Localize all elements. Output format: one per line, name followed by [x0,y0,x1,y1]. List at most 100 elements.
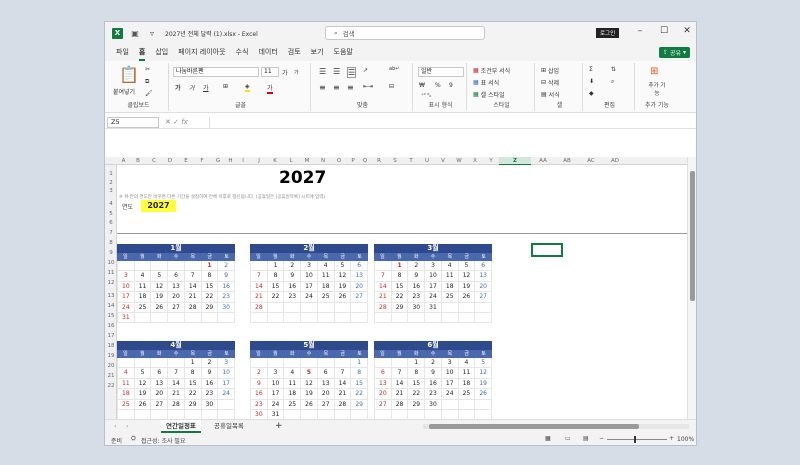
day-cell[interactable]: 27 [475,292,492,303]
column-header[interactable]: I [235,157,251,165]
column-header[interactable]: AD [603,157,627,165]
day-cell[interactable]: 20 [351,281,368,293]
align-middle-icon[interactable]: ☰ [333,67,340,76]
zoom-slider[interactable] [607,439,667,440]
day-cell[interactable] [267,302,285,313]
day-cell[interactable]: 20 [168,292,185,303]
row-header[interactable]: 13 [105,293,117,299]
day-cell[interactable]: 25 [317,292,335,303]
day-cell[interactable]: 20 [317,389,335,400]
day-cell[interactable]: 19 [458,281,476,293]
share-button[interactable]: ⇪ 공유 ▾ [658,47,690,58]
normal-view-icon[interactable]: ▦ [545,435,551,442]
day-cell[interactable]: 7 [375,271,392,282]
day-cell[interactable] [375,261,392,272]
grow-font-button[interactable]: 가 [282,68,288,77]
day-cell[interactable] [441,312,459,324]
day-cell[interactable]: 25 [458,389,476,400]
day-cell[interactable]: 26 [458,292,476,303]
day-cell[interactable]: 18 [441,281,459,293]
day-cell[interactable] [218,312,235,324]
column-header[interactable]: S [387,157,403,165]
cancel-icon[interactable]: ✕ [165,118,171,126]
day-cell[interactable] [168,312,185,324]
day-cell[interactable]: 2 [251,368,268,379]
day-cell[interactable]: 25 [441,292,459,303]
day-cell[interactable] [351,312,368,324]
find-icon[interactable]: ⌕ [611,78,614,86]
addins-icon[interactable]: ⊞ [650,66,658,77]
day-cell[interactable]: 10 [425,271,442,282]
day-cell[interactable]: 30 [251,409,268,419]
day-cell[interactable] [458,399,476,410]
day-cell[interactable]: 29 [391,302,409,313]
day-cell[interactable]: 14 [375,281,392,293]
format-painter-icon[interactable]: 🖌 [145,90,153,97]
day-cell[interactable]: 30 [201,399,219,410]
day-cell[interactable]: 16 [425,378,442,390]
page-break-view-icon[interactable]: ▤ [583,435,589,442]
tab-page-layout[interactable]: 페이지 레이아웃 [178,44,225,61]
day-cell[interactable]: 19 [134,389,152,400]
tab-view[interactable]: 보기 [311,44,324,61]
day-cell[interactable] [375,358,392,369]
day-cell[interactable]: 29 [408,399,426,410]
column-header[interactable]: J [251,157,267,165]
border-icon[interactable]: ⊞ [223,83,228,90]
day-cell[interactable]: 9 [408,271,426,282]
day-cell[interactable] [218,399,235,410]
day-cell[interactable]: 11 [118,378,135,390]
day-cell[interactable]: 5 [151,271,169,282]
clear-icon[interactable]: ◆ [589,90,594,97]
day-cell[interactable] [151,409,169,419]
day-cell[interactable]: 17 [118,292,135,303]
zoom-out-icon[interactable]: − [599,435,604,442]
day-cell[interactable]: 17 [425,281,442,293]
day-cell[interactable]: 16 [218,281,235,293]
day-cell[interactable]: 15 [267,281,285,293]
day-cell[interactable]: 11 [134,281,152,293]
day-cell[interactable]: 29 [184,399,202,410]
column-header[interactable]: K [267,157,283,165]
day-cell[interactable] [391,358,409,369]
day-cell[interactable]: 3 [118,271,135,282]
day-cell[interactable]: 5 [475,358,492,369]
day-cell[interactable]: 8 [184,368,202,379]
day-cell[interactable]: 25 [284,399,302,410]
orientation-icon[interactable]: ↗ [363,67,368,74]
day-cell[interactable] [301,312,318,324]
day-cell[interactable]: 16 [284,281,302,293]
day-cell[interactable]: 21 [251,292,268,303]
day-cell[interactable]: 28 [168,399,185,410]
day-cell[interactable]: 13 [168,281,185,293]
day-cell[interactable]: 21 [375,292,392,303]
row-header[interactable]: 22 [105,383,117,389]
day-cell[interactable] [458,302,476,313]
day-cell[interactable]: 12 [151,281,169,293]
column-header[interactable]: B [130,157,146,165]
day-cell[interactable] [168,409,185,419]
day-cell[interactable] [267,358,285,369]
addins-button[interactable]: 추가 기능 [647,81,667,97]
day-cell[interactable]: 23 [408,292,426,303]
row-header[interactable]: 8 [105,240,117,246]
column-header[interactable]: Y [483,157,499,165]
day-cell[interactable]: 10 [441,368,459,379]
day-cell[interactable] [168,261,185,272]
day-cell[interactable] [151,261,169,272]
column-header[interactable]: O [331,157,347,165]
day-cell[interactable] [318,409,335,419]
day-cell[interactable]: 10 [267,378,285,390]
day-cell[interactable]: 19 [151,292,169,303]
day-cell[interactable]: 19 [475,378,492,390]
align-left-icon[interactable]: ≡ [319,83,326,92]
wrap-text-icon[interactable]: ab↵ [389,66,399,72]
day-cell[interactable]: 15 [351,378,368,390]
row-header[interactable]: 9 [105,250,117,256]
format-table-button[interactable]: ▦ 표 서식 [473,78,499,87]
day-cell[interactable] [284,409,302,419]
worksheet-grid[interactable]: A B C D E F G H I J K L M N O P Q R S T U V W X Y Z AA AB AC AD 12345… [105,157,696,419]
day-cell[interactable]: 12 [475,368,492,379]
day-cell[interactable]: 17 [218,378,235,390]
day-cell[interactable] [118,409,135,419]
